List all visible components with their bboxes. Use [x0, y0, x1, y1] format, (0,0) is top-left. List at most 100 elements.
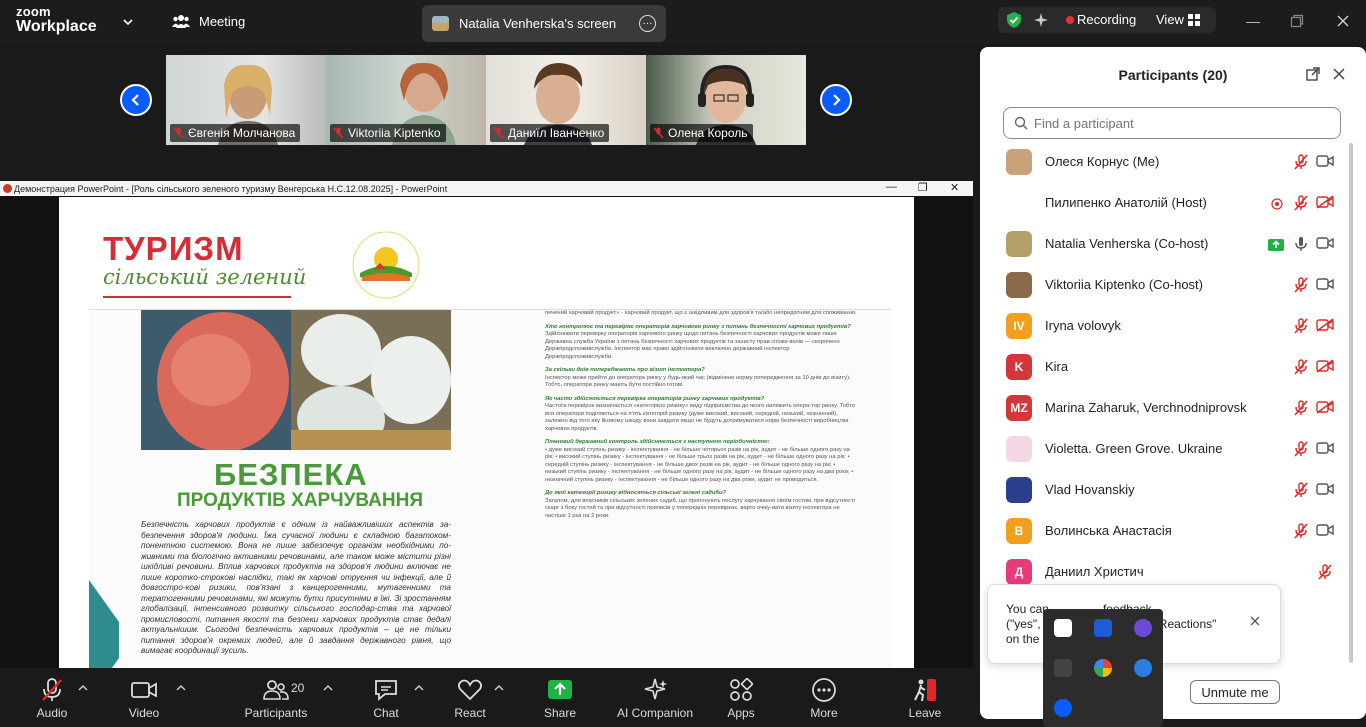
next-page-button[interactable]	[820, 84, 852, 116]
mic-muted-icon[interactable]	[1293, 400, 1309, 421]
unmute-me-button[interactable]: Unmute me	[1190, 680, 1280, 704]
video-off-icon[interactable]	[1316, 318, 1334, 337]
video-button[interactable]: Video	[104, 678, 184, 720]
audio-options-caret-icon[interactable]	[78, 684, 88, 692]
tab-meeting[interactable]: Meeting	[172, 13, 245, 29]
share-label: Share	[543, 706, 577, 720]
chevron-down-icon[interactable]	[122, 16, 134, 28]
video-tile[interactable]: Viktoriia Kiptenko	[326, 55, 486, 145]
mic-muted-icon[interactable]	[1293, 441, 1309, 462]
mic-muted-icon[interactable]	[1293, 277, 1309, 298]
slide-title: ТУРИЗМ	[103, 230, 244, 267]
powerpoint-window-title: Демонстрация PowerPoint - [Роль сільсько…	[14, 183, 448, 194]
minimize-icon[interactable]: —	[1246, 13, 1260, 29]
participant-row[interactable]: IV Iryna volovyk	[980, 305, 1350, 346]
ai-companion-label: AI Companion	[616, 706, 694, 720]
video-on-icon[interactable]	[1316, 277, 1334, 296]
more-button[interactable]: More	[784, 678, 864, 720]
participants-options-caret-icon[interactable]	[323, 684, 333, 692]
video-tile[interactable]: Даниїл Іванченко	[486, 55, 646, 145]
participant-row[interactable]: В Волинська Анастасія	[980, 510, 1350, 551]
zoom-tray-icon[interactable]	[1054, 699, 1072, 717]
ai-companion-icon	[644, 678, 667, 700]
recording-label[interactable]: Recording	[1077, 12, 1136, 27]
leave-button[interactable]: Leave	[885, 678, 965, 720]
video-off-icon[interactable]	[1316, 400, 1334, 419]
video-tile[interactable]: Євгенія Молчанова	[166, 55, 326, 145]
participant-row[interactable]: Пилипенко Анатолій (Host)	[980, 182, 1350, 223]
participant-row[interactable]: MZ Marina Zaharuk, Verchnodniprovsk	[980, 387, 1350, 428]
close-icon[interactable]	[1336, 14, 1350, 28]
meeting-toolbar: Audio Video Participants 20 Chat React S…	[0, 668, 980, 727]
chat-options-caret-icon[interactable]	[414, 684, 424, 692]
close-tip-icon[interactable]	[1250, 616, 1260, 626]
video-on-icon[interactable]	[1316, 154, 1334, 173]
participant-name-tag: Даниїл Іванченко	[490, 124, 610, 142]
video-tile[interactable]: Олена Король	[646, 55, 806, 145]
avatar	[1006, 230, 1032, 257]
mic-muted-icon[interactable]	[1317, 564, 1333, 585]
mic-muted-icon[interactable]	[1293, 482, 1309, 503]
camera-app-icon[interactable]	[1054, 659, 1072, 677]
doc-question-heading: До якої категорії ризику відносяться сіл…	[545, 490, 727, 496]
ai-companion-button[interactable]: AI Companion	[605, 678, 705, 720]
chrome-icon[interactable]	[1094, 659, 1112, 677]
tab-shared-screen[interactable]: Natalia Venherska's screen ···	[422, 5, 666, 42]
participant-name: Vlad Hovanskiy	[1045, 482, 1135, 497]
leave-label: Leave	[908, 706, 942, 720]
avatar	[1006, 476, 1032, 503]
video-off-icon[interactable]	[1316, 195, 1334, 214]
react-options-caret-icon[interactable]	[494, 684, 504, 692]
meeting-tab-label: Meeting	[199, 13, 246, 29]
close-panel-icon[interactable]	[1332, 67, 1346, 81]
system-tray-popup	[1043, 609, 1163, 727]
participant-name: Natalia Venherska (Co-host)	[1045, 236, 1209, 251]
apps-button[interactable]: Apps	[701, 678, 781, 720]
participant-row[interactable]: Олеся Корнус (Me)	[980, 141, 1350, 182]
leave-door-icon	[914, 679, 936, 702]
meeting-status-bar: Recording View	[998, 7, 1216, 33]
search-input[interactable]	[1034, 115, 1324, 131]
word-icon[interactable]	[1094, 619, 1112, 637]
avatar	[1006, 189, 1032, 216]
participant-row[interactable]: Violetta. Green Grove. Ukraine	[980, 428, 1350, 469]
participant-row[interactable]: Vlad Hovanskiy	[980, 469, 1350, 510]
mic-muted-icon[interactable]	[1293, 195, 1309, 216]
video-options-caret-icon[interactable]	[176, 684, 186, 692]
doc-paragraph: Частота перевірок визначається «категорі…	[545, 403, 856, 432]
security-shield-icon[interactable]	[1005, 11, 1023, 29]
video-on-icon[interactable]	[1316, 523, 1334, 542]
participant-name: Волинська Анастасія	[1045, 523, 1172, 538]
ai-sparkle-icon[interactable]	[1032, 11, 1050, 29]
video-on-icon[interactable]	[1316, 236, 1334, 255]
pop-out-icon[interactable]	[1306, 67, 1320, 81]
share-screen-icon	[548, 680, 572, 699]
mic-muted-icon	[173, 127, 184, 139]
participant-row[interactable]: Viktoriia Kiptenko (Co-host)	[980, 264, 1350, 305]
search-box[interactable]	[1003, 107, 1341, 139]
powerpoint-icon	[3, 184, 12, 193]
video-on-icon[interactable]	[1316, 482, 1334, 501]
mic-muted-icon[interactable]	[1293, 523, 1309, 544]
participant-row[interactable]: Natalia Venherska (Co-host)	[980, 223, 1350, 264]
mic-muted-icon[interactable]	[1293, 359, 1309, 380]
antivirus-icon[interactable]	[1054, 619, 1072, 637]
scrollbar[interactable]	[1349, 143, 1353, 663]
shared-screen[interactable]: Демонстрация PowerPoint - [Роль сільсько…	[0, 181, 973, 668]
more-options-icon[interactable]: ···	[639, 15, 656, 32]
mic-muted-icon[interactable]	[1293, 318, 1309, 339]
mic-muted-icon[interactable]	[1293, 154, 1309, 175]
network-app-icon[interactable]	[1134, 659, 1152, 677]
video-on-icon[interactable]	[1316, 441, 1334, 460]
video-off-icon[interactable]	[1316, 359, 1334, 378]
share-button[interactable]: Share	[520, 678, 600, 720]
view-button[interactable]: View	[1156, 12, 1184, 27]
grid-view-icon[interactable]	[1188, 14, 1200, 26]
previous-page-button[interactable]	[120, 84, 152, 116]
recording-dot-icon	[1066, 16, 1074, 24]
restore-icon[interactable]	[1290, 14, 1304, 28]
powerpoint-title-bar: Демонстрация PowerPoint - [Роль сільсько…	[0, 181, 973, 196]
participant-row[interactable]: K Kira	[980, 346, 1350, 387]
viber-icon[interactable]	[1134, 619, 1152, 637]
mic-on-icon[interactable]	[1293, 236, 1309, 257]
